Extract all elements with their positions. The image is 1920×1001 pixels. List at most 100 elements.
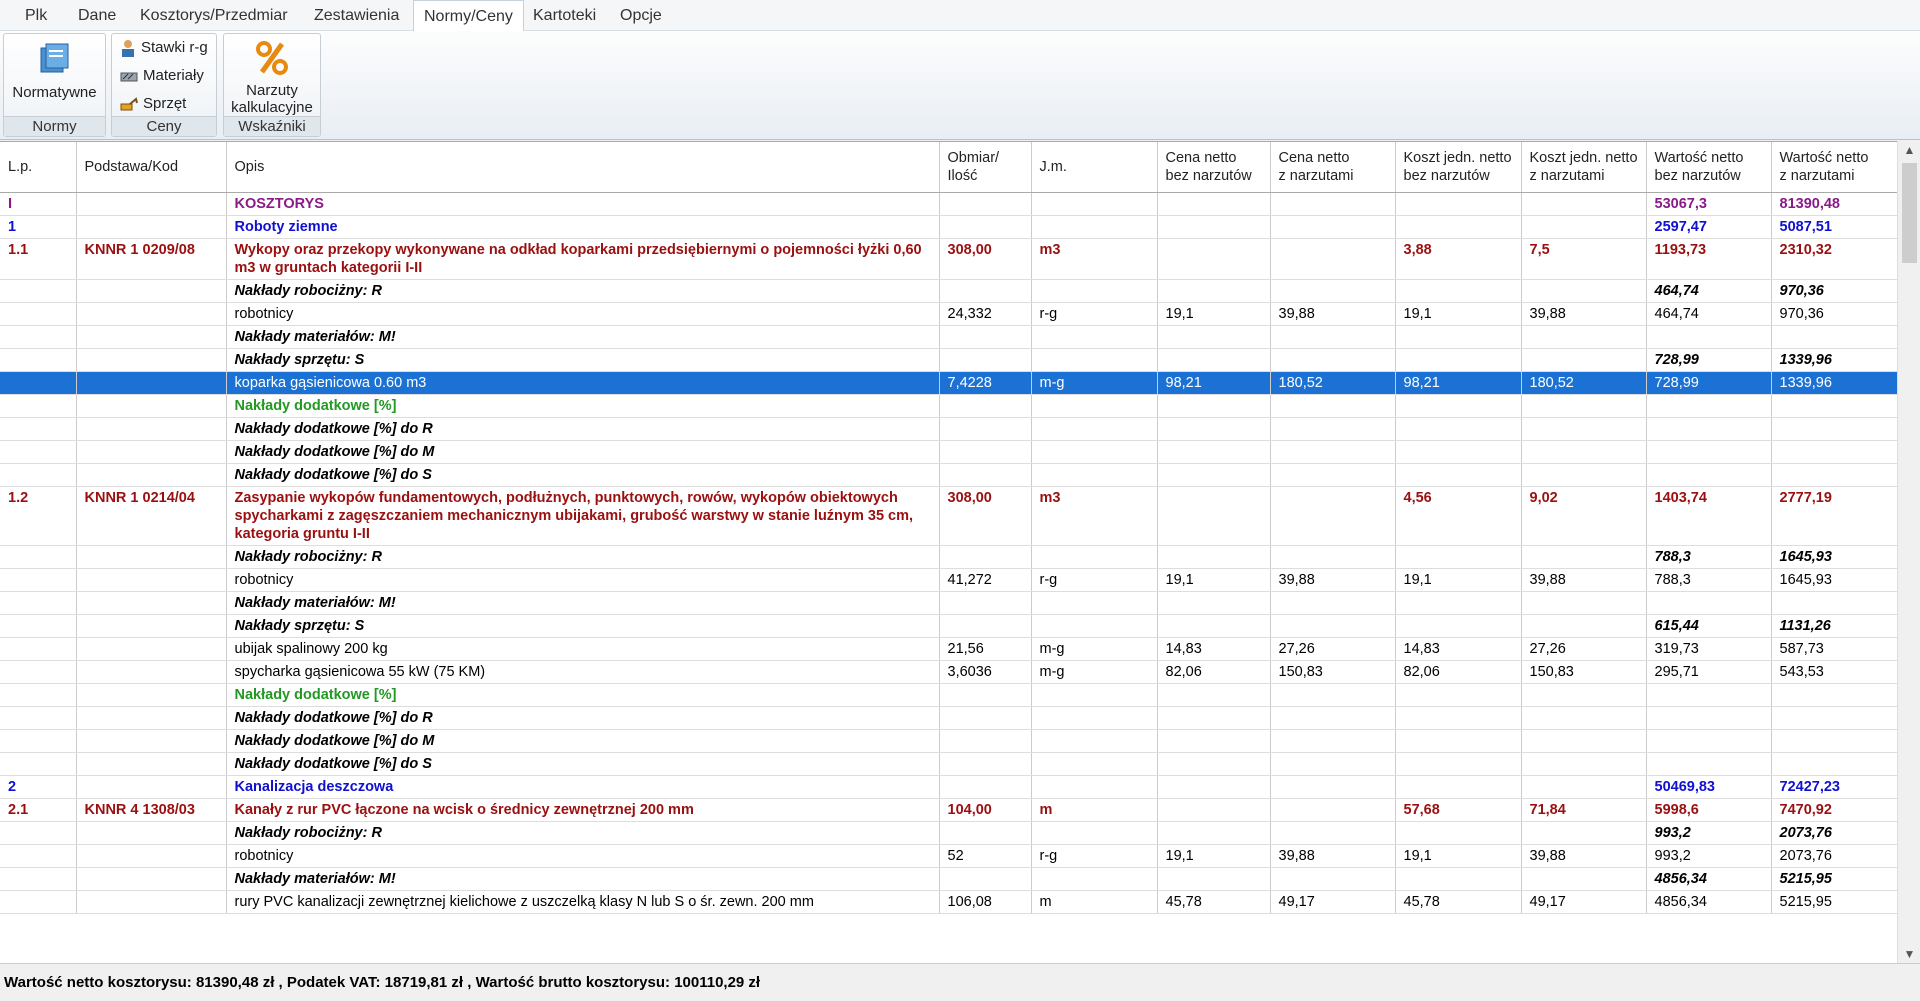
table-cell: m3 bbox=[1031, 486, 1158, 546]
normatywne-button[interactable]: Normatywne bbox=[4, 36, 105, 101]
column-header[interactable]: Wartość netto z narzutami bbox=[1771, 142, 1898, 193]
table-cell bbox=[1270, 238, 1396, 280]
column-header[interactable]: Koszt jedn. netto bez narzutów bbox=[1395, 142, 1522, 193]
status-bar: Wartość netto kosztorysu: 81390,48 zł , … bbox=[0, 963, 1920, 1000]
table-cell bbox=[1395, 279, 1522, 303]
table-cell: 49,17 bbox=[1521, 890, 1647, 914]
table-row[interactable]: Nakłady dodatkowe [%] do M bbox=[0, 729, 1898, 753]
table-row[interactable]: Nakłady robociżny: R 788,3 1645,93 bbox=[0, 545, 1898, 569]
table-row[interactable]: 2 Kanalizacja deszczowa 50469,83 72427,23 bbox=[0, 775, 1898, 799]
table-cell bbox=[1270, 706, 1396, 730]
table-row[interactable]: rury PVC kanalizacji zewnętrznej kielich… bbox=[0, 890, 1898, 914]
column-header[interactable]: Obmiar/ Ilość bbox=[939, 142, 1032, 193]
table-cell bbox=[1395, 417, 1522, 441]
stawki-rg-button[interactable]: Stawki r-g bbox=[120, 37, 208, 59]
scroll-down-icon[interactable]: ▼ bbox=[1898, 947, 1920, 961]
menu-opcje[interactable]: Opcje bbox=[610, 0, 672, 31]
table-row[interactable]: robotnicy 52 r-g 19,1 39,88 19,1 39,88 993,2 207… bbox=[0, 844, 1898, 868]
menu-dane[interactable]: Dane bbox=[68, 0, 126, 31]
table-row[interactable]: Nakłady materiałów: M! bbox=[0, 591, 1898, 615]
column-header[interactable]: Cena netto bez narzutów bbox=[1157, 142, 1271, 193]
table-cell: 19,1 bbox=[1157, 568, 1271, 592]
menu-plik[interactable]: Plk bbox=[15, 0, 57, 31]
table-row[interactable]: robotnicy 24,332 r-g 19,1 39,88 19,1 39,88 464,… bbox=[0, 302, 1898, 326]
sprzet-button[interactable]: Sprzęt bbox=[120, 93, 186, 115]
table-row[interactable]: Nakłady dodatkowe [%] do S bbox=[0, 463, 1898, 487]
table-cell: 81390,48 bbox=[1771, 192, 1898, 216]
table-row[interactable]: Nakłady dodatkowe [%] do M bbox=[0, 440, 1898, 464]
table-cell: Nakłady dodatkowe [%] do M bbox=[226, 440, 940, 464]
table-cell bbox=[1157, 279, 1271, 303]
table-cell bbox=[1031, 706, 1158, 730]
table-row[interactable]: Nakłady dodatkowe [%] do R bbox=[0, 417, 1898, 441]
table-cell bbox=[1395, 752, 1522, 776]
vertical-scrollbar[interactable]: ▲ ▼ bbox=[1897, 141, 1920, 963]
table-cell: 7,4228 bbox=[939, 371, 1032, 395]
menu-normy-ceny[interactable]: Normy/Ceny bbox=[413, 0, 524, 32]
column-header[interactable]: J.m. bbox=[1031, 142, 1158, 193]
column-header[interactable]: Wartość netto bez narzutów bbox=[1646, 142, 1772, 193]
table-cell: Nakłady robociżny: R bbox=[226, 821, 940, 845]
table-row[interactable]: Nakłady robociżny: R 993,2 2073,76 bbox=[0, 821, 1898, 845]
scroll-up-icon[interactable]: ▲ bbox=[1898, 143, 1920, 157]
menu-kosztorys-przedmiar[interactable]: Kosztorys/Przedmiar bbox=[130, 0, 298, 31]
table-row[interactable]: Nakłady sprzętu: S 728,99 1339,96 bbox=[0, 348, 1898, 372]
column-header[interactable]: Opis bbox=[226, 142, 940, 193]
table-cell: 1 bbox=[0, 215, 77, 239]
table-cell bbox=[1646, 325, 1772, 349]
table-cell: Wykopy oraz przekopy wykonywane na odkła… bbox=[226, 238, 940, 280]
menu-kartoteki[interactable]: Kartoteki bbox=[523, 0, 606, 31]
table-row[interactable]: 1 Roboty ziemne 2597,47 5087,51 bbox=[0, 215, 1898, 239]
table-cell: 21,56 bbox=[939, 637, 1032, 661]
table-cell: 1339,96 bbox=[1771, 348, 1898, 372]
table-row[interactable]: 1.1 KNNR 1 0209/08 Wykopy oraz przekopy wy… bbox=[0, 238, 1898, 280]
table-cell bbox=[76, 637, 227, 661]
table-row[interactable]: 2.1 KNNR 4 1308/03 Kanały z rur PVC łączon… bbox=[0, 798, 1898, 822]
menu-bar: Plk Dane Kosztorys/Przedmiar Zestawienia… bbox=[0, 0, 1920, 32]
table-cell: r-g bbox=[1031, 302, 1158, 326]
table-row[interactable]: Nakłady materiałów: M! bbox=[0, 325, 1898, 349]
scroll-thumb[interactable] bbox=[1902, 163, 1917, 263]
table-cell bbox=[1031, 463, 1158, 487]
table-cell bbox=[1157, 729, 1271, 753]
table-row[interactable]: koparka gąsienicowa 0.60 m3 7,4228 m-g 98,2… bbox=[0, 371, 1898, 395]
table-cell: 993,2 bbox=[1646, 844, 1772, 868]
table-cell bbox=[0, 867, 77, 891]
table-cell bbox=[1521, 614, 1647, 638]
table-cell bbox=[939, 417, 1032, 441]
table-row[interactable]: 1.2 KNNR 1 0214/04 Zasypanie wykopów funda… bbox=[0, 486, 1898, 546]
menu-zestawienia[interactable]: Zestawienia bbox=[304, 0, 409, 31]
table-cell: 49,17 bbox=[1270, 890, 1396, 914]
table-cell: 57,68 bbox=[1395, 798, 1522, 822]
narzuty-kalkulacyjne-button[interactable]: Narzuty kalkulacyjne bbox=[224, 36, 320, 116]
table-row[interactable]: Nakłady materiałów: M! 4856,34 5215,95 bbox=[0, 867, 1898, 891]
kosztorys-table: L.p. Podstawa/Kod Opis Obmiar/ Ilość J.m. Cen… bbox=[0, 142, 1898, 914]
table-cell bbox=[1270, 683, 1396, 707]
column-header[interactable]: Cena netto z narzutami bbox=[1270, 142, 1396, 193]
table-cell bbox=[76, 683, 227, 707]
table-cell bbox=[76, 440, 227, 464]
materialy-button[interactable]: Materiały bbox=[120, 65, 204, 87]
table-row[interactable]: Nakłady sprzętu: S 615,44 1131,26 bbox=[0, 614, 1898, 638]
table-row[interactable]: spycharka gąsienicowa 55 kW (75 KM) 3,603… bbox=[0, 660, 1898, 684]
table-cell: Nakłady dodatkowe [%] do S bbox=[226, 752, 940, 776]
table-cell bbox=[76, 821, 227, 845]
column-header[interactable]: L.p. bbox=[0, 142, 77, 193]
table-row[interactable]: I KOSZTORYS 53067,3 81390,48 bbox=[0, 192, 1898, 216]
table-cell bbox=[1395, 192, 1522, 216]
table-cell: 1193,73 bbox=[1646, 238, 1772, 280]
column-header[interactable]: Koszt jedn. netto z narzutami bbox=[1521, 142, 1647, 193]
table-row[interactable]: Nakłady dodatkowe [%] do S bbox=[0, 752, 1898, 776]
table-cell: 464,74 bbox=[1646, 279, 1772, 303]
table-row[interactable]: Nakłady dodatkowe [%] bbox=[0, 394, 1898, 418]
table-row[interactable]: Nakłady dodatkowe [%] bbox=[0, 683, 1898, 707]
table-cell: Nakłady sprzętu: S bbox=[226, 348, 940, 372]
column-header[interactable]: Podstawa/Kod bbox=[76, 142, 227, 193]
table-cell: 5215,95 bbox=[1771, 890, 1898, 914]
table-row[interactable]: Nakłady dodatkowe [%] do R bbox=[0, 706, 1898, 730]
table-cell bbox=[1157, 325, 1271, 349]
table-row[interactable]: robotnicy 41,272 r-g 19,1 39,88 19,1 39,88 788,… bbox=[0, 568, 1898, 592]
table-row[interactable]: ubijak spalinowy 200 kg 21,56 m-g 14,83 27,2… bbox=[0, 637, 1898, 661]
table-cell: 2597,47 bbox=[1646, 215, 1772, 239]
table-row[interactable]: Nakłady robociżny: R 464,74 970,36 bbox=[0, 279, 1898, 303]
